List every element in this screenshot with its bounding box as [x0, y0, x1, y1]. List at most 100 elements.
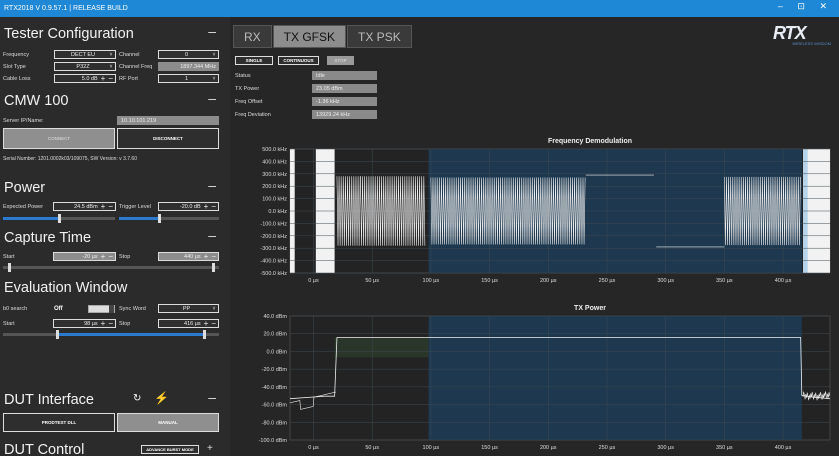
- y-tick-label: -20.0 dBm: [262, 367, 288, 373]
- range-start-thumb[interactable]: [8, 263, 12, 272]
- frequency-select[interactable]: DECT EU ˅: [54, 50, 116, 59]
- rf-port-select[interactable]: 1 ˅: [158, 74, 219, 83]
- minus-icon[interactable]: −: [211, 202, 216, 211]
- expected-power-label: Expected Power: [3, 204, 44, 210]
- power-title: Power: [4, 180, 46, 196]
- slider-thumb[interactable]: [58, 214, 61, 223]
- status-label: Status: [235, 73, 251, 79]
- collapse-icon[interactable]: –: [208, 227, 216, 243]
- range-stop-thumb[interactable]: [202, 330, 206, 339]
- cmw-header: CMW 100 –: [0, 90, 222, 112]
- plus-icon[interactable]: +: [101, 202, 106, 211]
- minus-icon[interactable]: −: [211, 252, 216, 261]
- y-tick-label: -100.0 kHz: [260, 221, 287, 227]
- channel-freq-field: 1897.344 MHz: [158, 62, 219, 71]
- trigger-level-stepper[interactable]: -20.0 dB + −: [158, 202, 219, 211]
- toggle-knob: [109, 305, 114, 313]
- eval-start-stepper[interactable]: 98 µs + −: [53, 319, 116, 328]
- stop-button[interactable]: STOP: [327, 56, 354, 65]
- plus-icon[interactable]: +: [101, 74, 106, 83]
- x-tick-label: 200 µs: [540, 278, 557, 284]
- expected-power-slider[interactable]: [3, 214, 115, 223]
- eval-start-label: Start: [3, 321, 15, 327]
- chevron-down-icon: ˅: [212, 51, 216, 58]
- freq-offset-label: Freq Offset: [235, 99, 263, 105]
- plus-icon[interactable]: +: [204, 319, 209, 328]
- b0-search-toggle[interactable]: [88, 305, 115, 313]
- channel-select[interactable]: 0 ˅: [158, 50, 219, 59]
- chevron-down-icon: ˅: [109, 63, 113, 70]
- minus-icon[interactable]: −: [108, 202, 113, 211]
- eval-stop-label: Stop: [119, 321, 131, 327]
- server-input[interactable]: 10.10.101.219: [117, 116, 219, 125]
- x-tick-label: 50 µs: [365, 445, 379, 451]
- freq-offset-value: -1.36 kHz: [312, 97, 377, 106]
- sync-word-select[interactable]: PP ˅: [158, 304, 219, 313]
- single-button[interactable]: SINGLE: [235, 56, 273, 65]
- tester-config-header: Tester Configuration –: [0, 23, 222, 45]
- capture-start-stepper[interactable]: -20 µs + −: [53, 252, 116, 261]
- collapse-icon[interactable]: –: [208, 389, 216, 405]
- capture-range-slider[interactable]: [3, 263, 219, 272]
- y-tick-label: 40.0 dBm: [263, 314, 287, 320]
- prodtest-dll-button[interactable]: PRODTEST DLL: [3, 413, 115, 432]
- plus-icon[interactable]: +: [101, 319, 106, 328]
- y-tick-label: -60.0 dBm: [262, 403, 288, 409]
- capture-time-header: Capture Time –: [0, 227, 222, 249]
- capture-stop-label: Stop: [119, 254, 131, 260]
- trigger-level-slider[interactable]: [119, 214, 219, 223]
- plus-icon[interactable]: +: [204, 252, 209, 261]
- minus-icon[interactable]: −: [211, 319, 216, 328]
- continuous-button[interactable]: CONTINUOUS: [278, 56, 319, 65]
- cable-loss-value: 5.0 dB: [81, 75, 98, 82]
- eval-range-slider[interactable]: [3, 330, 219, 339]
- cable-loss-stepper[interactable]: 5.0 dB + −: [54, 74, 116, 83]
- minus-icon[interactable]: −: [108, 319, 113, 328]
- slider-fill: [3, 217, 59, 220]
- plus-icon[interactable]: +: [204, 202, 209, 211]
- plus-icon[interactable]: +: [101, 252, 106, 261]
- slider-thumb[interactable]: [158, 214, 161, 223]
- y-tick-label: 0.0 dBm: [267, 349, 288, 355]
- chevron-down-icon: ˅: [109, 51, 113, 58]
- tab-bar: RX TX GFSK TX PSK: [233, 25, 413, 48]
- frequency-value: DECT EU: [70, 51, 96, 58]
- capture-start-value: -20 µs: [82, 253, 98, 260]
- x-tick-label: 300 µs: [657, 278, 674, 284]
- eval-stop-stepper[interactable]: 416 µs + −: [158, 319, 219, 328]
- expand-icon[interactable]: +: [207, 443, 213, 454]
- eval-stop-value: 416 µs: [184, 320, 201, 327]
- channel-value: 0: [184, 51, 189, 58]
- frequency-demod-chart: Frequency Demodulation 500.0 kHz 400.0 kHz…: [260, 138, 831, 284]
- x-tick-label: 200 µs: [540, 445, 557, 451]
- collapse-icon[interactable]: –: [208, 23, 216, 39]
- dut-interface-header: DUT Interface ↻ ⚡ –: [0, 389, 222, 411]
- sync-word-label: Sync Word: [119, 306, 146, 312]
- manual-button[interactable]: MANUAL: [117, 413, 219, 432]
- b0-search-label: b0 search: [3, 306, 28, 312]
- window-controls[interactable]: – ⊡ ✕: [778, 1, 833, 12]
- refresh-icon[interactable]: ↻: [133, 393, 141, 404]
- range-stop-thumb[interactable]: [211, 263, 215, 272]
- range-start-thumb[interactable]: [56, 330, 59, 339]
- tab-tx-gfsk[interactable]: TX GFSK: [272, 25, 347, 48]
- trigger-level-label: Trigger Level: [119, 204, 151, 210]
- minus-icon[interactable]: −: [108, 74, 113, 83]
- x-tick-label: 250 µs: [599, 278, 616, 284]
- y-tick-label: 20.0 dBm: [263, 332, 287, 338]
- advance-burst-mode-button[interactable]: ADVANCE BURST MODE: [141, 445, 199, 454]
- collapse-icon[interactable]: –: [208, 90, 216, 106]
- y-tick-label: -400.0 kHz: [260, 259, 287, 265]
- tab-tx-psk[interactable]: TX PSK: [347, 25, 412, 48]
- y-tick-label: 400.0 kHz: [262, 159, 287, 165]
- minus-icon[interactable]: −: [108, 252, 113, 261]
- slot-type-select[interactable]: P32Z ˅: [54, 62, 116, 71]
- collapse-icon[interactable]: –: [208, 177, 216, 193]
- connect-button[interactable]: CONNECT: [3, 128, 115, 149]
- tab-rx[interactable]: RX: [233, 25, 272, 48]
- capture-stop-stepper[interactable]: 440 µs + −: [158, 252, 219, 261]
- x-tick-label: 400 µs: [775, 278, 792, 284]
- expected-power-stepper[interactable]: 24.5 dBm + −: [53, 202, 116, 211]
- disconnect-button[interactable]: DISCONNECT: [117, 128, 219, 149]
- chevron-down-icon: ˅: [212, 305, 216, 312]
